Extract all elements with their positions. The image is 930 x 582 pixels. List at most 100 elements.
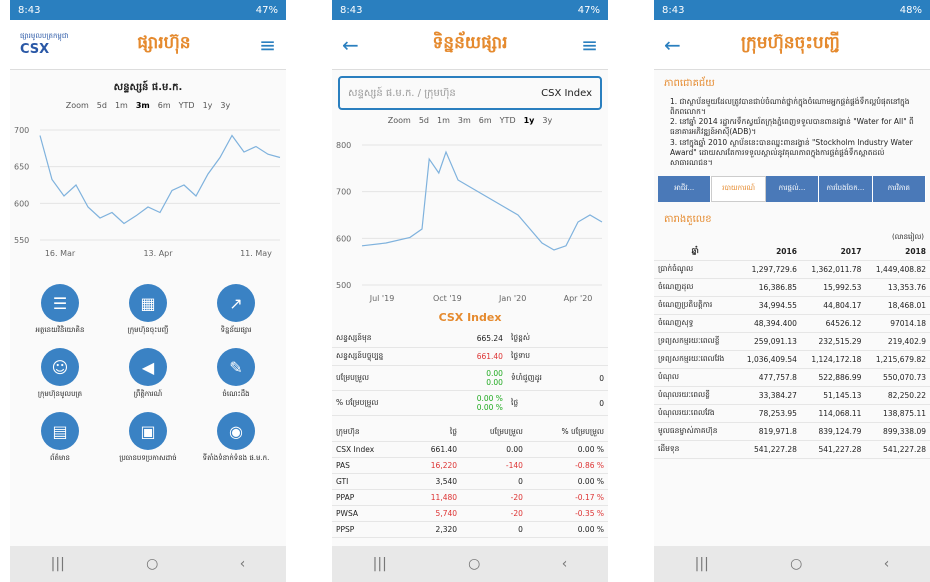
table-cell: 0	[461, 521, 527, 538]
tile-label: ព្រឹត្តិការណ៍	[133, 390, 163, 398]
zoom-1m[interactable]: 1m	[437, 116, 450, 125]
app-title: ផ្សារហ៊ុន	[137, 33, 191, 53]
table-header: ក្រុមហ៊ុន ថ្លៃ បម្រែបម្រួល% បម្រែបម្រួល	[332, 424, 608, 442]
zoom-zoom: Zoom	[65, 101, 89, 110]
recent-apps-button[interactable]: |||	[51, 556, 65, 572]
home-tile[interactable]: ◉ ទីតាំងទំនាក់ទំនង ផ.ម.ក.	[192, 412, 280, 464]
stats-cell	[583, 330, 608, 348]
section-title: CSX Index	[438, 311, 502, 324]
stats-row: បម្រែបម្រួល 0.00 0.00 ទំហំជួញដូរ 0	[332, 365, 608, 391]
table-cell: 541,227.28	[865, 440, 930, 459]
home-tile[interactable]: ▣ ប្រធានបទប្រកាសដាច់	[104, 412, 192, 464]
zoom-5d[interactable]: 5d	[97, 101, 107, 110]
phone-company: 8:43 48% ← ក្រុមហ៊ុនចុះបញ្ជី ភាពជោគជ័យ 1.…	[654, 0, 930, 582]
table-cell: មូលធនម្ចាស់ភាគហ៊ុន	[654, 422, 737, 441]
table-row[interactable]: PWSA 5,740 -20 -0.35 %	[332, 505, 608, 522]
table-header: ឆ្នាំ 2016 2017 2018	[654, 242, 930, 261]
table-cell: 16,386.85	[736, 278, 801, 297]
home-tile[interactable]: ◀ ព្រឹត្តិការណ៍	[104, 348, 192, 400]
table-row[interactable]: CSX Index 661.40 0.00 0.00 %	[332, 441, 608, 458]
company-tab[interactable]: អាជីវ...	[658, 175, 712, 202]
stats-cell: 0	[583, 390, 608, 416]
search-placeholder: សន្ទស្សន៍ ផ.ម.ក. / ក្រុមហ៊ុន	[348, 87, 456, 99]
table-row: ចំណេញដុល 16,386.85 15,992.53 13,353.76	[654, 278, 930, 297]
recent-apps-button[interactable]: |||	[373, 556, 387, 572]
table-cell: 48,394.400	[736, 314, 801, 333]
table-cell: 0.00 %	[526, 473, 608, 490]
page-title: ទិន្នន័យផ្សារ	[432, 33, 508, 53]
table-cell: -0.17 %	[526, 489, 608, 506]
back-nav-button[interactable]: ‹	[240, 556, 246, 572]
stats-cell: ទំហំជួញដូរ	[506, 365, 584, 391]
menu-icon[interactable]: ≡	[581, 33, 598, 57]
home-button[interactable]: ○	[790, 556, 802, 572]
stats-cell: ថ្លៃ	[506, 390, 584, 416]
menu-icon[interactable]: ≡	[259, 33, 276, 57]
home-button[interactable]: ○	[468, 556, 480, 572]
zoom-6m[interactable]: 6m	[479, 116, 492, 125]
reader-icon: ☰	[41, 284, 79, 322]
home-tile[interactable]: ☺ ក្រុមហ៊ុនមូលបត្រ	[16, 348, 104, 400]
table-cell: ចំណេញសុទ្ធ	[654, 314, 737, 333]
table-cell: 13,353.76	[865, 278, 930, 297]
battery: 47%	[255, 4, 278, 16]
table-row[interactable]: PPAP 11,480 -20 -0.17 %	[332, 489, 608, 506]
zoom-3m[interactable]: 3m	[458, 116, 471, 125]
table-row: ដើមទុន 541,227.28 541,227.28 541,227.28	[654, 440, 930, 459]
table-row: បំណុលរយៈពេលខ្លី 33,384.27 51,145.13 82,250.…	[654, 386, 930, 405]
recent-apps-button[interactable]: |||	[695, 556, 709, 572]
table-row[interactable]: PPSP 2,320 0 0.00 %	[332, 521, 608, 538]
zoom-6m[interactable]: 6m	[158, 101, 171, 110]
table-cell: -20	[461, 505, 527, 522]
home-button[interactable]: ○	[146, 556, 158, 572]
table-cell: -140	[461, 457, 527, 474]
home-tile[interactable]: ▦ ក្រុមហ៊ុនចុះបញ្ជី	[104, 284, 192, 336]
table-cell: 0	[461, 473, 527, 490]
table-cell: 819,971.8	[736, 422, 801, 441]
company-tab[interactable]: ការបែងចែក...	[819, 175, 873, 202]
zoom-3y[interactable]: 3y	[542, 116, 552, 125]
home-tile[interactable]: ▤ ព័ត៌មាន	[16, 412, 104, 464]
zoom-bar: Zoom 5d 1m 3m 6m YTD 1y 3y	[332, 116, 608, 125]
column-header: ឆ្នាំ	[654, 242, 737, 261]
back-nav-button[interactable]: ‹	[884, 556, 890, 572]
table-cell: 899,338.09	[865, 422, 930, 441]
zoom-1y[interactable]: 1y	[524, 116, 535, 125]
logo-text: CSX	[20, 42, 50, 57]
achievement-item: 3. នៅក្នុងឆ្នាំ 2010 ស្ថាប័ននេះបានឈ្នះពា…	[670, 137, 913, 167]
zoom-ytd[interactable]: YTD	[179, 101, 195, 110]
back-arrow-icon[interactable]: ←	[342, 33, 359, 57]
table-cell: 11,480	[406, 489, 462, 506]
home-tile[interactable]: ↗ ទិន្នន័យផ្សារ	[192, 284, 280, 336]
achievement-item: 2. នៅឆ្នាំ 2014 រដ្ឋាករទឹកស្វយ័តក្រុងភ្ន…	[670, 117, 914, 137]
figures-table: ឆ្នាំ 2016 2017 2018 ប្រាក់ចំណូល 1,297,729.6 1…	[654, 242, 930, 459]
table-cell: 1,449,408.82	[865, 260, 930, 279]
y-tick-label: 700	[336, 188, 351, 197]
home-tile[interactable]: ✎ ចំណេះដឹង	[192, 348, 280, 400]
app-header: ← ទិន្នន័យផ្សារ ≡	[332, 20, 608, 70]
chart-icon: ↗	[217, 284, 255, 322]
x-tick-label: Oct '19	[433, 294, 462, 303]
zoom-3m[interactable]: 3m	[136, 101, 150, 110]
table-cell: 839,124.79	[800, 422, 866, 441]
company-tab[interactable]: របាយការណ៍	[711, 175, 766, 202]
zoom-5d[interactable]: 5d	[419, 116, 429, 125]
zoom-3y[interactable]: 3y	[220, 101, 230, 110]
zoom-ytd[interactable]: YTD	[500, 116, 516, 125]
search-select[interactable]: សន្ទស្សន៍ ផ.ម.ក. / ក្រុមហ៊ុន CSX Index	[338, 76, 602, 110]
zoom-1y[interactable]: 1y	[203, 101, 213, 110]
back-nav-button[interactable]: ‹	[562, 556, 568, 572]
back-arrow-icon[interactable]: ←	[664, 33, 681, 57]
table-cell: -0.35 %	[526, 505, 608, 522]
stats-cell: 0	[583, 365, 608, 391]
company-tab[interactable]: ការផ្តល់...	[765, 175, 820, 202]
android-nav-bar: ||| ○ ‹	[10, 546, 286, 582]
table-row[interactable]: PAS 16,220 -140 -0.86 %	[332, 457, 608, 474]
table-cell: 34,994.55	[736, 296, 801, 315]
zoom-1m[interactable]: 1m	[115, 101, 128, 110]
company-tab[interactable]: ការវិភាគ	[872, 175, 927, 202]
home-tile[interactable]: ☰ អត្ថនេយវិនិយោគិន	[16, 284, 104, 336]
table-row[interactable]: GTI 3,540 0 0.00 %	[332, 473, 608, 490]
stats-cell: 0.00 % 0.00 %	[440, 390, 507, 416]
column-header: 2018	[865, 242, 930, 261]
